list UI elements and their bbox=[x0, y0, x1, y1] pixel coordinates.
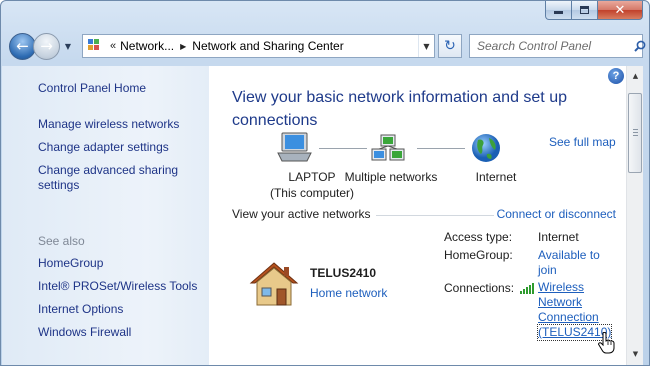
grip bbox=[633, 129, 638, 130]
connect-or-disconnect-link[interactable]: Connect or disconnect bbox=[497, 207, 616, 221]
laptop-icon bbox=[277, 132, 312, 162]
homegroup-available-link[interactable]: Available to join bbox=[538, 248, 618, 278]
search-icon[interactable] bbox=[634, 40, 646, 52]
forward-arrow-icon: → bbox=[40, 37, 53, 55]
page-title: View your basic network information and … bbox=[232, 89, 567, 129]
wireless-signal-icon bbox=[520, 283, 536, 294]
breadcrumb-network-sharing-center[interactable]: Network and Sharing Center bbox=[190, 39, 345, 53]
manage-wireless-networks-link[interactable]: Manage wireless networks bbox=[38, 117, 179, 132]
see-full-map-link[interactable]: See full map bbox=[549, 135, 616, 149]
multiple-networks-icon bbox=[371, 134, 405, 161]
main-content: ? View your basic network information an… bbox=[209, 66, 626, 365]
hand-cursor-icon bbox=[598, 332, 615, 354]
navigation-bar: ← → ▼ « Network... ▶ Network and Sharing… bbox=[9, 30, 646, 62]
scroll-down-button[interactable]: ▼ bbox=[627, 345, 644, 362]
address-overflow-chevron[interactable]: « bbox=[108, 40, 118, 52]
back-arrow-icon: ← bbox=[16, 37, 29, 55]
homegroup-label: HomeGroup: bbox=[444, 248, 513, 262]
connection-line: Wireless bbox=[538, 280, 585, 294]
refresh-button[interactable]: ↻ bbox=[438, 34, 462, 58]
search-box[interactable] bbox=[469, 34, 646, 58]
wireless-network-connection-link[interactable]: Wireless Network Connection (TELUS2410) bbox=[536, 280, 618, 341]
laptop-subtitle: (This computer) bbox=[269, 186, 355, 200]
connection-line: Connection bbox=[538, 310, 599, 324]
internet-options-link[interactable]: Internet Options bbox=[38, 302, 123, 317]
breadcrumb-separator-icon[interactable]: ▶ bbox=[176, 42, 190, 51]
see-also-heading: See also bbox=[38, 234, 85, 248]
maximize-icon bbox=[580, 6, 589, 14]
globe-icon bbox=[472, 134, 500, 162]
connection-line: Network bbox=[538, 295, 583, 309]
network-name: TELUS2410 bbox=[310, 266, 377, 280]
map-node-internet[interactable]: Internet bbox=[466, 169, 526, 185]
access-type-value: Internet bbox=[538, 230, 579, 244]
connections-label: Connections: bbox=[444, 281, 515, 295]
windows-firewall-link[interactable]: Windows Firewall bbox=[38, 325, 131, 340]
close-icon: ✕ bbox=[614, 2, 626, 18]
change-advanced-sharing-settings-link[interactable]: Change advanced sharing settings bbox=[38, 163, 188, 193]
control-panel-home-link[interactable]: Control Panel Home bbox=[38, 81, 146, 96]
map-connector bbox=[417, 148, 465, 149]
access-type-label: Access type: bbox=[444, 230, 513, 244]
grip bbox=[633, 132, 638, 133]
control-panel-window: ✕ ← → ▼ « Network... ▶ Network and Shari… bbox=[0, 0, 650, 366]
active-networks-header: View your active networks Connect or dis… bbox=[232, 207, 616, 223]
divider bbox=[376, 215, 494, 216]
change-adapter-settings-link[interactable]: Change adapter settings bbox=[38, 140, 169, 155]
search-input[interactable] bbox=[470, 36, 634, 56]
address-dropdown-button[interactable]: ▼ bbox=[418, 35, 434, 57]
homegroup-link[interactable]: HomeGroup bbox=[38, 256, 103, 271]
intel-proset-wireless-tools-link[interactable]: Intel® PROSet/Wireless Tools bbox=[38, 279, 197, 294]
help-icon[interactable]: ? bbox=[608, 68, 624, 84]
forward-button[interactable]: → bbox=[33, 32, 60, 60]
grip bbox=[633, 135, 638, 136]
scroll-thumb[interactable] bbox=[628, 93, 642, 173]
minimize-icon bbox=[554, 11, 563, 14]
control-panel-icon bbox=[88, 39, 104, 53]
refresh-icon: ↻ bbox=[444, 38, 456, 54]
recent-pages-button[interactable]: ▼ bbox=[62, 42, 74, 51]
address-bar[interactable]: « Network... ▶ Network and Sharing Cente… bbox=[82, 34, 435, 58]
back-button[interactable]: ← bbox=[9, 32, 36, 60]
map-connector bbox=[319, 148, 367, 149]
maximize-button[interactable] bbox=[572, 1, 598, 20]
breadcrumb-network[interactable]: Network... bbox=[118, 39, 176, 53]
scroll-up-button[interactable]: ▲ bbox=[627, 67, 644, 84]
network-location-link[interactable]: Home network bbox=[310, 286, 387, 300]
vertical-scrollbar[interactable]: ▲ ▼ bbox=[626, 66, 644, 365]
caption-buttons: ✕ bbox=[545, 1, 643, 20]
task-sidebar: Control Panel Home Manage wireless netwo… bbox=[2, 66, 209, 365]
close-button[interactable]: ✕ bbox=[598, 1, 643, 20]
home-network-icon bbox=[249, 262, 299, 306]
map-node-multiple-networks[interactable]: Multiple networks bbox=[336, 169, 446, 185]
active-networks-label: View your active networks bbox=[232, 207, 371, 221]
minimize-button[interactable] bbox=[545, 1, 572, 20]
